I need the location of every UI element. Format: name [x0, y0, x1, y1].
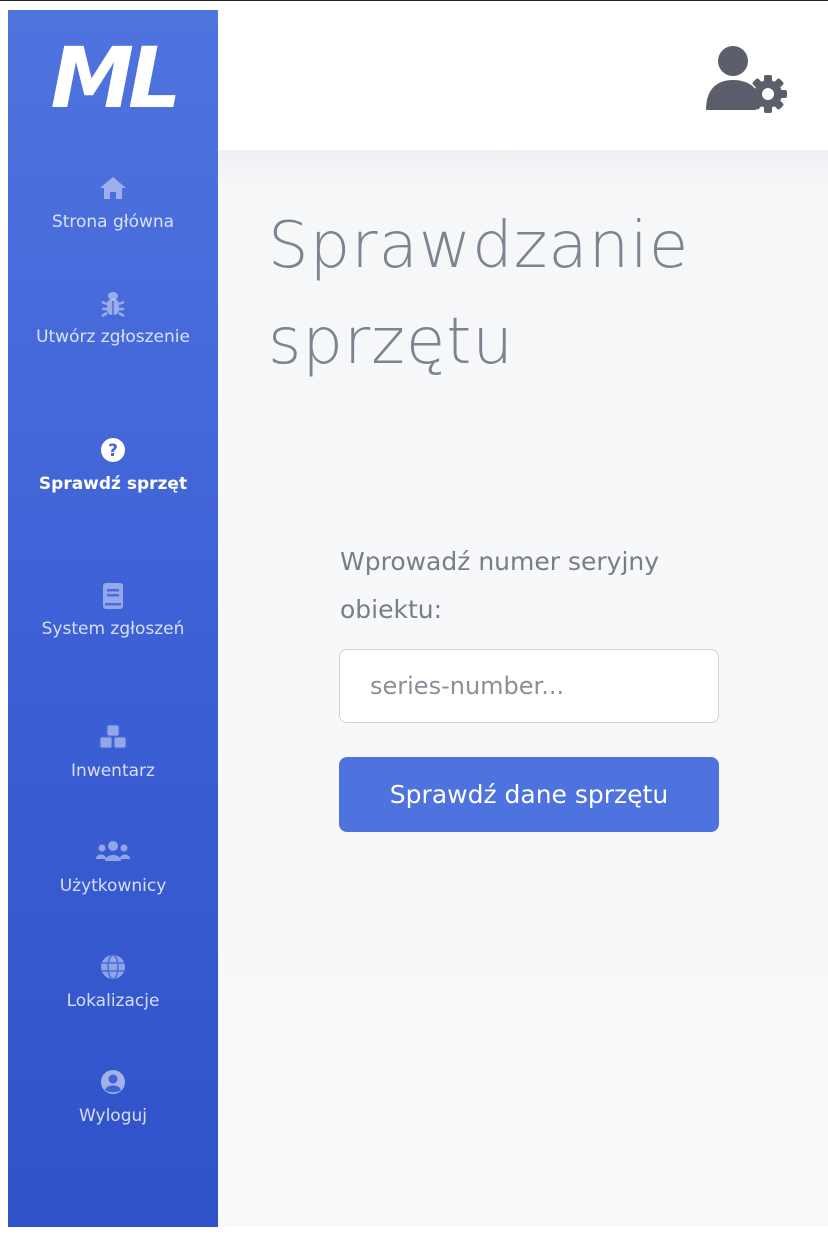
user-circle-icon	[8, 1069, 218, 1095]
sidebar-item-label: Utwórz zgłoszenie	[36, 327, 190, 347]
page-title: Sprawdzanie sprzętu	[268, 209, 690, 379]
sidebar-item-label: Sprawdź sprzęt	[38, 474, 188, 494]
globe-icon	[8, 954, 218, 980]
top-border	[0, 0, 828, 10]
sidebar-item-label: Strona główna	[51, 212, 175, 232]
serial-number-input[interactable]	[339, 649, 719, 723]
sidebar-item-ticket-system[interactable]: System zgłoszeń	[8, 582, 218, 645]
sidebar-item-label: Użytkownicy	[59, 876, 167, 896]
sidebar-item-inventory[interactable]: Inwentarz	[8, 724, 218, 787]
sidebar-item-label: System zgłoszeń	[41, 619, 185, 639]
question-circle-icon: ?	[8, 437, 218, 463]
sidebar-item-logout[interactable]: Wyloguj	[8, 1069, 218, 1132]
sidebar: ML Strona główna Utwórz zgłoszenie ? Spr…	[8, 10, 218, 1227]
bug-icon	[8, 290, 218, 318]
check-equipment-button[interactable]: Sprawdź dane sprzętu	[339, 757, 719, 832]
brand-logo[interactable]: ML	[8, 36, 218, 120]
serial-number-label: Wprowadź numer seryjny obiektu:	[340, 547, 660, 624]
sidebar-item-create-ticket[interactable]: Utwórz zgłoszenie	[8, 290, 218, 353]
sidebar-item-locations[interactable]: Lokalizacje	[8, 954, 218, 1017]
sidebar-item-label: Lokalizacje	[66, 991, 160, 1011]
user-cog-icon[interactable]	[704, 44, 788, 118]
sidebar-item-users[interactable]: Użytkownicy	[8, 839, 218, 902]
main-content: Sprawdzanie sprzętu Wprowadź numer seryj…	[218, 150, 828, 1227]
sidebar-item-check-equipment[interactable]: ? Sprawdź sprzęt	[8, 437, 218, 500]
users-icon	[8, 839, 218, 865]
bottom-border	[0, 1227, 828, 1235]
sidebar-item-label: Wyloguj	[79, 1106, 147, 1126]
svg-text:?: ?	[108, 441, 118, 461]
sidebar-item-label: Inwentarz	[71, 761, 155, 781]
home-icon	[8, 175, 218, 201]
cubes-icon	[8, 724, 218, 750]
topbar	[218, 10, 828, 150]
sidebar-item-home[interactable]: Strona główna	[8, 175, 218, 238]
book-icon	[8, 582, 218, 609]
